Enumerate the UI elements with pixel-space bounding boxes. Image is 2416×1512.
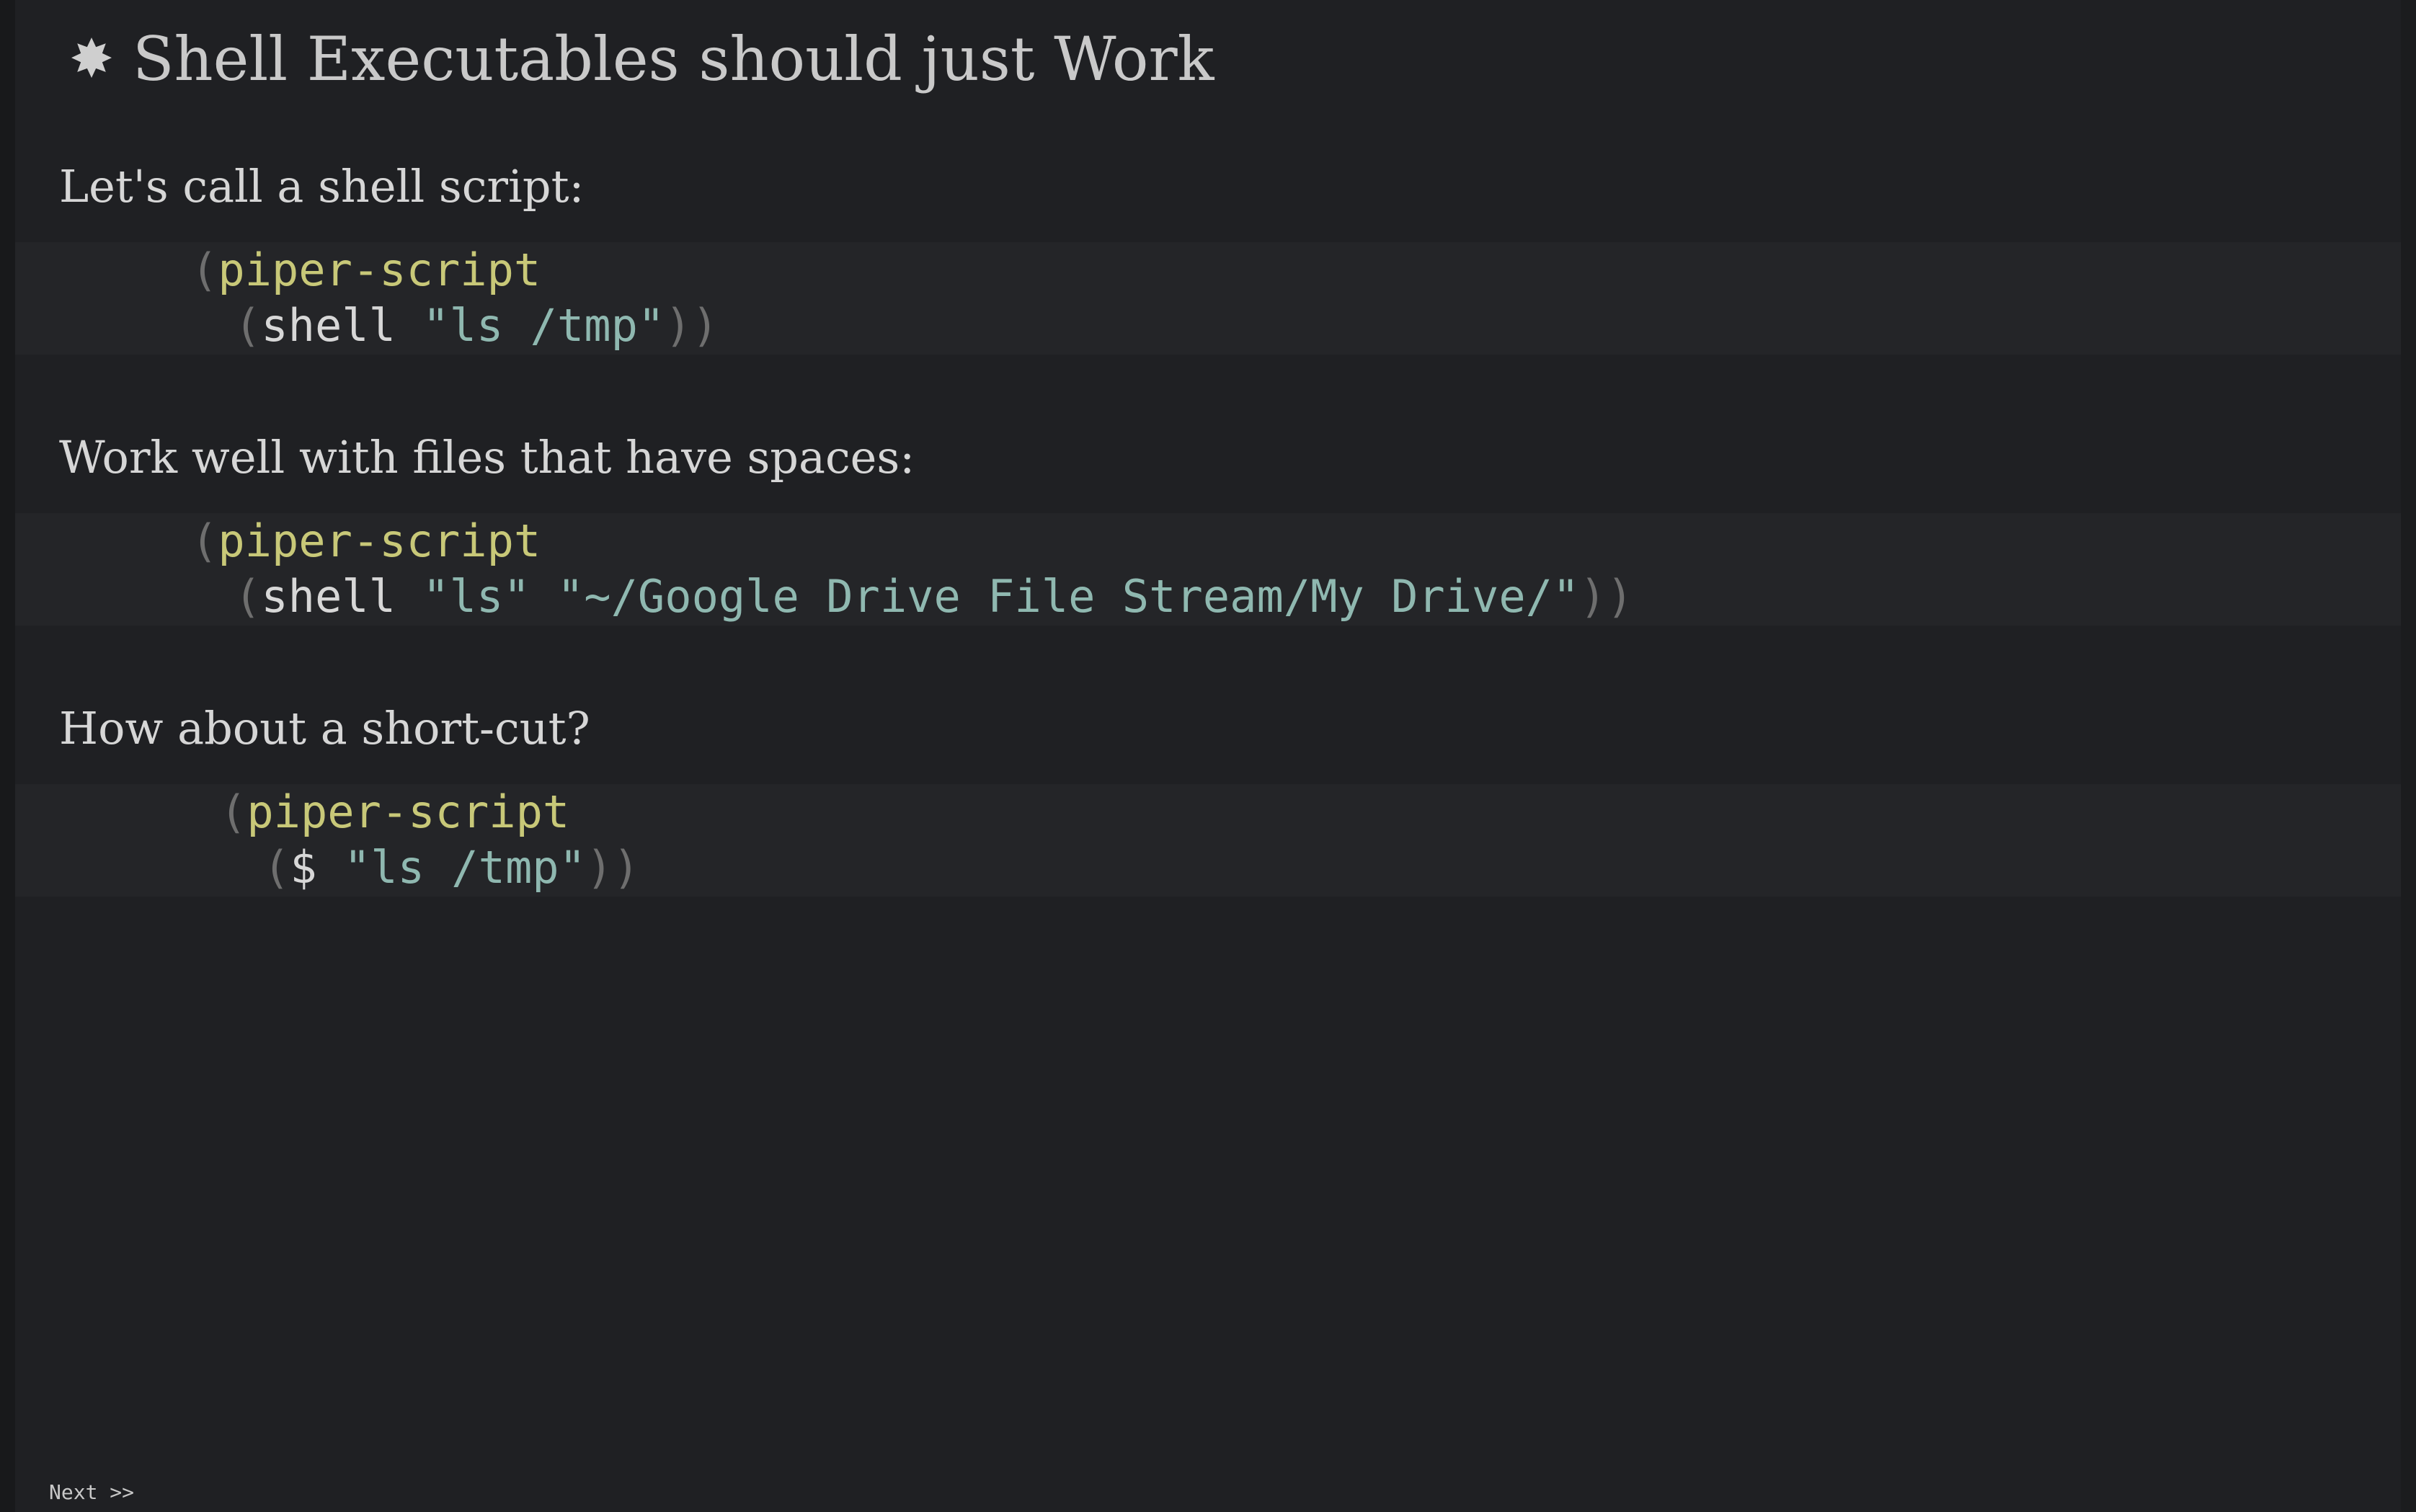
code-block-1: (piper-script (shell "ls /tmp")) [15,242,2401,355]
code-function: piper-script [218,244,541,296]
code-string: "ls" "~/Google Drive File Stream/My Driv… [422,570,1580,623]
window-right-fringe [2401,0,2416,1512]
heading-bullet-icon: ✸ [69,28,115,90]
code-paren: ( [234,299,262,352]
next-slide-link[interactable]: Next >> [49,1480,134,1504]
code-paren: )) [585,841,640,894]
code-paren: ( [220,786,247,838]
code-function: piper-script [218,515,541,567]
code-symbol: $ [290,841,317,894]
section-1-text: Let's call a shell script: [59,160,585,213]
code-paren: ( [263,841,290,894]
section-3-text: How about a short-cut? [59,702,590,755]
code-paren: )) [665,299,719,352]
code-symbol: shell [261,299,396,352]
code-block-2: (piper-script (shell "ls" "~/Google Driv… [15,513,2401,626]
code-1-line-2: (shell "ls /tmp")) [234,298,719,354]
code-string: "ls /tmp" [422,299,665,352]
code-2-line-1: (piper-script [191,513,541,569]
code-paren: ( [234,570,262,623]
code-symbol: shell [261,570,396,623]
code-2-line-2: (shell "ls" "~/Google Drive File Stream/… [234,569,1633,625]
presentation-buffer: ✸ Shell Executables should just Work Let… [0,0,2416,1512]
code-paren: ( [191,515,218,567]
code-paren: ( [191,244,218,296]
section-2-text: Work well with files that have spaces: [59,431,915,484]
code-string: "ls /tmp" [343,841,586,894]
code-block-3: (piper-script ($ "ls /tmp")) [15,784,2401,897]
code-1-line-1: (piper-script [191,242,541,298]
code-3-line-1: (piper-script [220,784,569,840]
code-paren: )) [1579,570,1634,623]
slide-heading: ✸ Shell Executables should just Work [69,16,1214,102]
code-function: piper-script [247,786,570,838]
heading-title: Shell Executables should just Work [133,24,1214,94]
window-left-fringe [0,0,15,1512]
code-3-line-2: ($ "ls /tmp")) [263,840,640,896]
